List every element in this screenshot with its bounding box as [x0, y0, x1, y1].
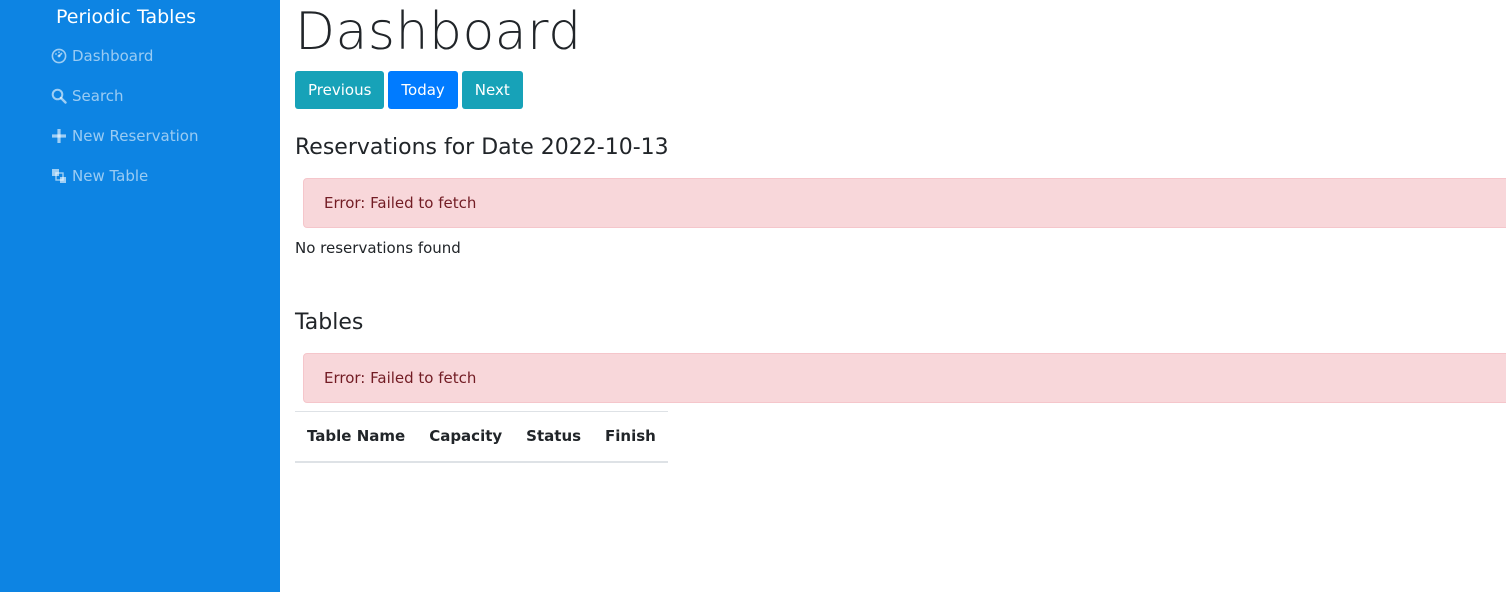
sidebar-item-dashboard[interactable]: Dashboard: [50, 47, 153, 65]
previous-button[interactable]: Previous: [295, 71, 385, 109]
tables-table: Table Name Capacity Status Finish: [295, 411, 668, 463]
reservations-heading: Reservations for Date 2022-10-13: [295, 135, 669, 160]
search-icon: [50, 88, 67, 105]
column-header-table-name: Table Name: [295, 411, 418, 463]
page-title: Dashboard: [295, 2, 582, 62]
brand-title[interactable]: Periodic Tables: [56, 6, 196, 28]
dashboard-icon: [50, 48, 67, 65]
main-content: Dashboard Previous Today Next Reservatio…: [280, 0, 1506, 592]
sidebar-item-new-reservation[interactable]: New Reservation: [50, 127, 198, 145]
sidebar-item-new-table[interactable]: New Table: [50, 167, 148, 185]
tables-error-alert: Error: Failed to fetch: [303, 353, 1506, 403]
column-header-capacity: Capacity: [417, 411, 515, 463]
sidebar-item-label: Dashboard: [72, 47, 154, 65]
alert-text: Error: Failed to fetch: [324, 369, 477, 387]
table-header-row: Table Name Capacity Status Finish: [295, 411, 668, 463]
plus-icon: [50, 128, 67, 145]
sidebar-item-search[interactable]: Search: [50, 87, 124, 105]
reservations-error-alert: Error: Failed to fetch: [303, 178, 1506, 228]
column-header-finish: Finish: [593, 411, 668, 463]
sidebar: Periodic Tables Dashboard Search New Res…: [0, 0, 280, 592]
tables-heading: Tables: [295, 310, 364, 335]
date-nav-buttons: Previous Today Next: [295, 71, 527, 109]
next-button[interactable]: Next: [461, 71, 523, 109]
layers-icon: [50, 168, 67, 185]
column-header-status: Status: [514, 411, 594, 463]
sidebar-item-label: Search: [72, 87, 124, 105]
sidebar-item-label: New Reservation: [72, 127, 199, 145]
no-reservations-message: No reservations found: [295, 239, 461, 257]
sidebar-item-label: New Table: [72, 167, 149, 185]
alert-text: Error: Failed to fetch: [324, 194, 477, 212]
today-button[interactable]: Today: [388, 71, 458, 109]
